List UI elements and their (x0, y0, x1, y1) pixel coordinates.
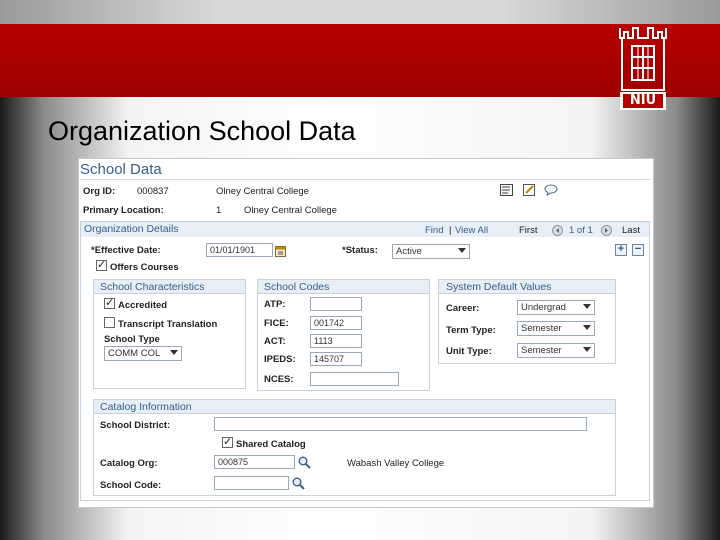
school-type-label: School Type (104, 334, 160, 345)
school-district-label: School District: (100, 420, 171, 431)
unit-type-select[interactable]: Semester (517, 343, 595, 358)
catalog-org-name: Wabash Valley College (347, 458, 445, 469)
career-value: Undergrad (521, 302, 566, 313)
effective-date-label: *Effective Date: (91, 245, 161, 256)
nav-separator: | (449, 225, 452, 236)
slide-title: Organization School Data (48, 116, 356, 146)
school-code-label: School Code: (100, 480, 162, 491)
find-link[interactable]: Find (425, 225, 443, 236)
status-select-value: Active (396, 246, 422, 257)
school-type-value: COMM COL (108, 348, 161, 359)
primary-location-label: Primary Location: (83, 205, 164, 216)
school-codes-title: School Codes (264, 281, 330, 293)
offers-courses-label: Offers Courses (110, 262, 179, 273)
primary-location-name: Olney Central College (244, 205, 337, 216)
edit-icon[interactable] (523, 183, 536, 196)
previous-arrow-icon[interactable] (552, 223, 563, 236)
status-select[interactable]: Active (392, 244, 470, 259)
fice-label: FICE: (264, 318, 289, 329)
org-name: Olney Central College (216, 186, 309, 197)
school-code-input[interactable] (214, 476, 289, 490)
unit-type-label: Unit Type: (446, 346, 492, 357)
top-gray-band (0, 0, 720, 24)
catalog-information-title: Catalog Information (100, 401, 192, 413)
primary-location-num: 1 (216, 205, 222, 216)
catalog-org-input[interactable]: 000875 (214, 455, 295, 469)
shared-catalog-checkbox[interactable] (222, 435, 233, 448)
delete-row-button[interactable]: − (632, 244, 644, 256)
chevron-down-icon (583, 347, 591, 352)
system-default-values-title: System Default Values (446, 281, 552, 293)
offers-courses-checkbox[interactable] (96, 258, 107, 271)
title-divider (80, 179, 650, 180)
niu-castle-logo: NIU (614, 20, 672, 112)
org-id-value: 000837 (137, 186, 169, 197)
effective-date-input[interactable]: 01/01/1901 (206, 243, 273, 257)
nces-label: NCES: (264, 374, 294, 385)
career-label: Career: (446, 303, 480, 314)
org-id-label: Org ID: (83, 186, 116, 197)
accredited-label: Accredited (118, 300, 168, 311)
chat-icon[interactable] (544, 183, 558, 196)
atp-label: ATP: (264, 299, 286, 310)
term-type-label: Term Type: (446, 325, 496, 336)
search-icon[interactable] (292, 477, 305, 490)
catalog-org-label: Catalog Org: (100, 458, 158, 469)
chevron-down-icon (458, 248, 466, 253)
unit-type-value: Semester (521, 345, 562, 356)
chevron-down-icon (583, 304, 591, 309)
atp-input[interactable] (310, 297, 362, 311)
school-type-select[interactable]: COMM COL (104, 346, 182, 361)
term-type-select[interactable]: Semester (517, 321, 595, 336)
transcript-translation-label: Transcript Translation (118, 319, 218, 330)
last-label: Last (622, 225, 640, 236)
chevron-down-icon (583, 325, 591, 330)
notepad-icon[interactable] (500, 183, 513, 196)
school-characteristics-title: School Characteristics (100, 281, 205, 293)
transcript-translation-checkbox[interactable] (104, 317, 115, 328)
view-all-link[interactable]: View All (455, 225, 488, 236)
accredited-checkbox[interactable] (104, 296, 115, 309)
shared-catalog-label: Shared Catalog (236, 439, 306, 450)
organization-details-title: Organization Details (84, 223, 179, 235)
nces-input[interactable] (310, 372, 399, 386)
act-input[interactable]: 1113 (310, 334, 362, 348)
red-header-band (0, 24, 720, 97)
school-district-input[interactable] (214, 417, 587, 431)
page-count: 1 of 1 (569, 225, 593, 236)
ipeds-label: IPEDS: (264, 354, 296, 365)
calendar-icon[interactable] (275, 244, 286, 257)
next-arrow-icon[interactable] (601, 223, 612, 236)
logo-text: NIU (629, 93, 657, 108)
first-label: First (519, 225, 538, 236)
add-row-button[interactable]: + (615, 244, 627, 256)
chevron-down-icon (170, 350, 178, 355)
page-title: School Data (80, 161, 162, 178)
status-label: *Status: (342, 245, 378, 256)
ipeds-input[interactable]: 145707 (310, 352, 362, 366)
fice-input[interactable]: 001742 (310, 316, 362, 330)
search-icon[interactable] (298, 456, 311, 469)
career-select[interactable]: Undergrad (517, 300, 595, 315)
act-label: ACT: (264, 336, 286, 347)
term-type-value: Semester (521, 323, 562, 334)
